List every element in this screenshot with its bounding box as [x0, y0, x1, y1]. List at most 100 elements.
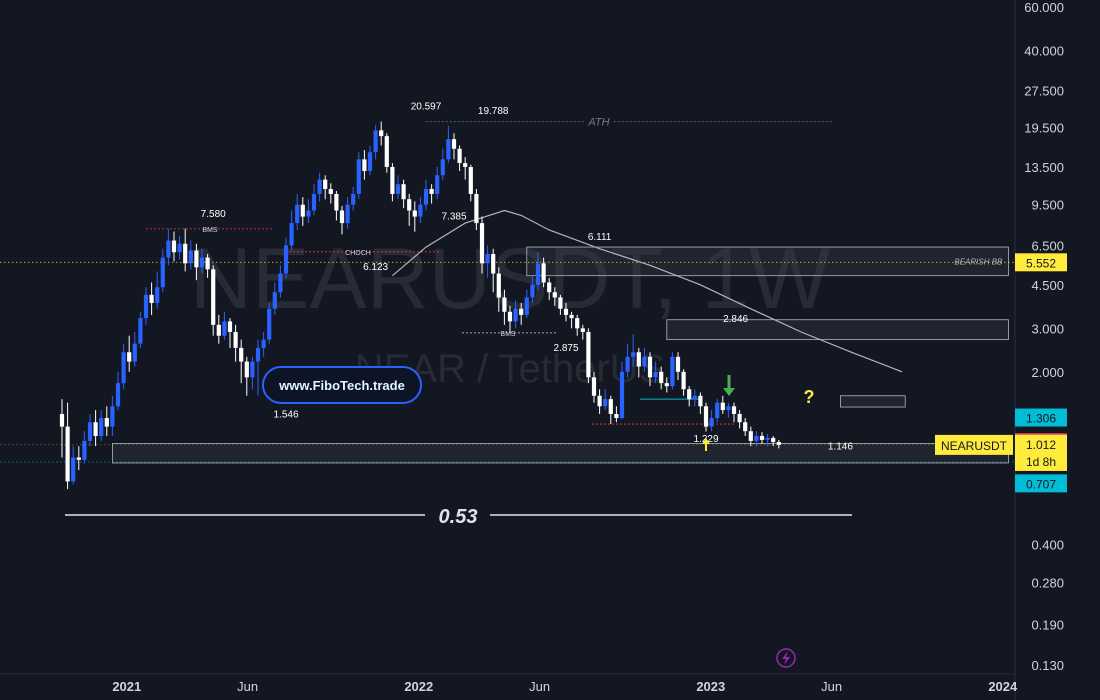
- y-tick-label: 9.500: [1031, 198, 1064, 213]
- y-tick-label: 13.500: [1024, 160, 1064, 175]
- candle-body: [160, 257, 165, 288]
- y-tick-label: 6.500: [1031, 238, 1064, 253]
- site-badge[interactable]: www.FiboTech.trade: [262, 366, 422, 404]
- x-tick-label: Jun: [821, 679, 842, 694]
- site-badge-text: www.FiboTech.trade: [278, 378, 405, 393]
- y-tick-label: 40.000: [1024, 43, 1064, 58]
- candle-body: [597, 395, 602, 407]
- candle-body: [199, 257, 205, 268]
- price-axis-background: [1015, 0, 1100, 700]
- candle-body: [59, 413, 65, 427]
- candle-body: [457, 148, 462, 164]
- candle-body: [731, 406, 737, 414]
- candle-body: [552, 292, 557, 298]
- candle-body: [166, 240, 171, 258]
- x-tick-label: 2023: [696, 679, 725, 694]
- candle-body: [379, 130, 384, 137]
- upper-resistance-zone: [666, 319, 1009, 341]
- candle-body: [300, 204, 305, 217]
- candle-body: [250, 361, 255, 378]
- demand-zone: [112, 443, 1009, 464]
- candle-body: [143, 294, 149, 319]
- candle-body: [390, 166, 395, 194]
- bearish-bb-zone: [526, 246, 1009, 277]
- question-mark: ?: [804, 387, 815, 407]
- current-price-text: 1.012: [1026, 438, 1056, 452]
- candle-body: [507, 311, 513, 322]
- price-annotation: 6.111: [588, 232, 612, 243]
- candle-body: [608, 399, 613, 414]
- candle-body: [132, 343, 137, 362]
- candle-body: [311, 193, 317, 211]
- candle-body: [591, 377, 597, 396]
- candle-body: [569, 314, 574, 319]
- candle-body: [188, 250, 193, 264]
- price-annotation: 2.875: [553, 343, 578, 354]
- candle-body: [446, 139, 451, 160]
- price-chart[interactable]: NEARUSDT, 1W NEAR / TetherUS BEARISH BB …: [0, 0, 1100, 700]
- y-tick-label: 0.190: [1031, 617, 1064, 632]
- candle-body: [647, 356, 653, 378]
- candle-body: [127, 352, 132, 362]
- candle-body: [401, 184, 406, 200]
- candle-body: [586, 331, 591, 378]
- candle-body: [76, 457, 81, 460]
- candle-body: [558, 297, 563, 309]
- y-tick-label: 19.500: [1024, 121, 1064, 136]
- candle-body: [670, 356, 675, 387]
- candle-body: [625, 356, 630, 372]
- price-annotation: 20.597: [411, 102, 442, 113]
- candle-body: [323, 179, 328, 189]
- y-tick-label: 0.400: [1031, 537, 1064, 552]
- price-tag-text: 5.552: [1026, 256, 1056, 270]
- candle-body: [121, 352, 126, 384]
- x-tick-label: Jun: [237, 679, 258, 694]
- candle-body: [149, 294, 154, 303]
- price-annotation: 1.546: [273, 409, 298, 420]
- candle-body: [530, 284, 535, 298]
- candle-body: [227, 321, 233, 332]
- candle-body: [205, 257, 210, 270]
- bms-label-2: BMS: [500, 331, 516, 338]
- y-tick-label: 2.000: [1031, 365, 1064, 380]
- x-tick-label: 2022: [404, 679, 433, 694]
- candle-body: [328, 188, 333, 194]
- candle-body: [233, 331, 238, 348]
- candle-body: [703, 406, 709, 427]
- candle: [670, 352, 675, 390]
- candle-body: [216, 324, 221, 336]
- candle-body: [743, 422, 748, 432]
- candle-body: [104, 418, 109, 427]
- candle-body: [737, 413, 742, 423]
- candle-body: [468, 166, 473, 194]
- price-annotation: 1.146: [828, 442, 853, 453]
- candle-body: [692, 395, 697, 400]
- candle-body: [687, 389, 692, 400]
- x-tick-label: 2024: [988, 679, 1018, 694]
- candle-body: [177, 243, 182, 253]
- candle-body: [171, 240, 177, 253]
- candle-body: [715, 402, 720, 419]
- candle-body: [138, 318, 143, 344]
- candle-body: [664, 383, 669, 387]
- candle-body: [759, 435, 765, 440]
- candle-body: [614, 413, 619, 419]
- candle-body: [418, 204, 423, 217]
- price-annotation: 19.788: [478, 106, 509, 117]
- candle-body: [423, 188, 429, 205]
- price-tag-text: 0.707: [1026, 477, 1056, 491]
- price-tag: 1.306: [1015, 408, 1067, 427]
- fib-label: 0.53: [439, 506, 478, 528]
- candle-body: [373, 130, 378, 153]
- small-supply-zone: [840, 395, 906, 408]
- candle-body: [289, 223, 294, 246]
- candle-body: [367, 152, 373, 172]
- candle-body: [748, 431, 753, 441]
- candle-body: [82, 440, 87, 460]
- candle-body: [451, 139, 457, 149]
- candle-body: [642, 356, 647, 367]
- candle-body: [435, 175, 440, 194]
- candle-body: [99, 418, 104, 436]
- candle-body: [261, 339, 266, 348]
- candle-body: [65, 426, 70, 482]
